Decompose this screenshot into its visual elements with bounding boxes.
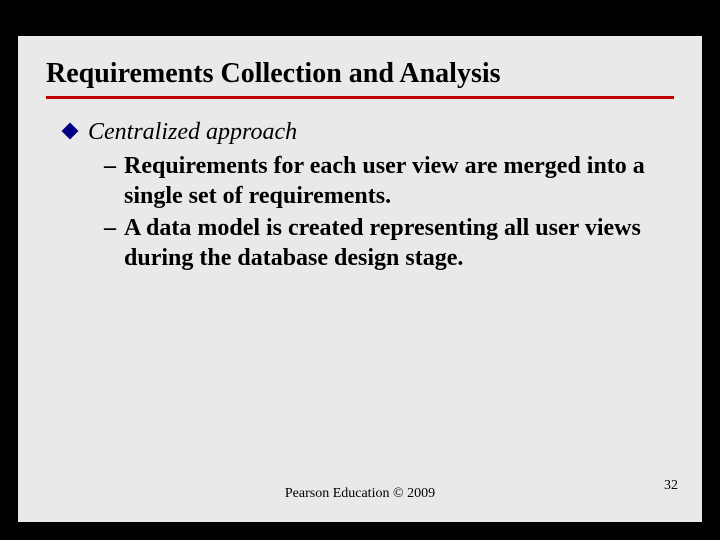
sub-bullet-text: A data model is created representing all… xyxy=(124,213,674,273)
sub-bullet-text: Requirements for each user view are merg… xyxy=(124,151,674,211)
slide: Requirements Collection and Analysis Cen… xyxy=(18,36,702,522)
bullet-level2: – Requirements for each user view are me… xyxy=(104,151,674,211)
slide-title: Requirements Collection and Analysis xyxy=(46,58,674,99)
bullet-text: Centralized approach xyxy=(88,117,297,147)
dash-bullet-icon: – xyxy=(104,151,116,181)
diamond-bullet-icon xyxy=(62,123,79,140)
bullet-level2: – A data model is created representing a… xyxy=(104,213,674,273)
page-number: 32 xyxy=(664,478,678,494)
dash-bullet-icon: – xyxy=(104,213,116,243)
bullet-level1: Centralized approach xyxy=(64,117,674,147)
footer-copyright: Pearson Education © 2009 xyxy=(18,486,702,502)
